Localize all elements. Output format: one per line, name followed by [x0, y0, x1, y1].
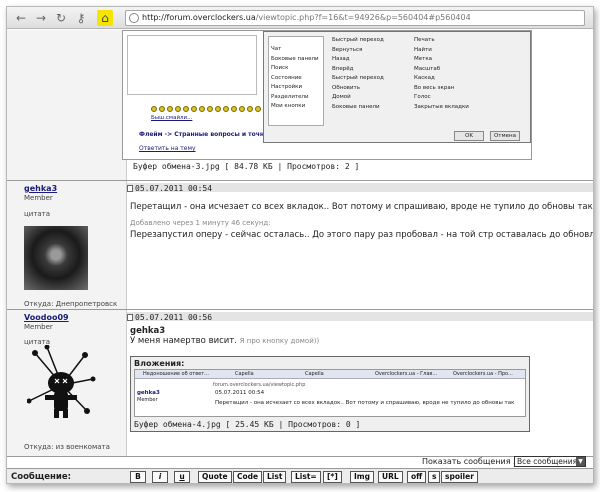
author-column	[7, 30, 127, 180]
forward-arrow-icon[interactable]: →	[33, 10, 49, 26]
dialog-left-items: Чат Боковые панели Поиск Состояние Настр…	[271, 46, 319, 109]
shot2-tab-5: Overclockers.ua - Про...	[453, 371, 513, 377]
shot2-tab-3: Capella	[305, 371, 324, 377]
post2-author[interactable]: Voodoo09	[24, 313, 69, 322]
post1-quote-label[interactable]: цитата	[24, 210, 50, 218]
show-messages-label: Показать сообщения за:	[422, 457, 525, 466]
attached-screenshot-1: Быш.смайли... Флейм -> Странные вопросы …	[122, 30, 532, 160]
message-format-bar: Сообщение: B i u Quote Code List List= […	[7, 468, 593, 483]
dialog-cancel-button: Отмена	[490, 131, 520, 141]
post1-date: 05.07.2011 00:54	[127, 184, 212, 193]
italic-button[interactable]: i	[152, 471, 168, 483]
post2-text-grey: Я про кнопку домой))	[239, 337, 320, 345]
post2-rank: Member	[24, 323, 53, 331]
post2-text: У меня намертво висит. Я про кнопку домо…	[130, 336, 320, 346]
shot2-tab-1: Недоношение об ответ...	[143, 371, 209, 377]
attachment-info-1: Буфер обмена-3.jpg [ 84.78 КБ | Просмотр…	[133, 162, 360, 171]
show-messages-select[interactable]: Все сообщения ▼	[514, 456, 586, 467]
img-button[interactable]: Img	[350, 471, 374, 483]
globe-icon	[129, 13, 139, 23]
dialog-middle-items: Быстрый переход Вернуться Назад Вперёд Б…	[332, 37, 384, 110]
chevron-down-icon: ▼	[576, 457, 585, 466]
spoiler-button[interactable]: spoiler	[441, 471, 478, 483]
strike-button[interactable]: s	[428, 471, 441, 483]
screenshot-editor-area	[127, 35, 257, 95]
list-numbered-button[interactable]: List=	[291, 471, 321, 483]
back-arrow-icon[interactable]: ←	[13, 10, 29, 26]
url-host: http://forum.overclockers.ua	[142, 13, 256, 22]
url-path: /viewtopic.php?f=16&t=94926&p=560404#p56…	[255, 13, 471, 22]
shot2-date: 05.07.2011 00:54	[215, 390, 265, 396]
avatar-voodoo-doll	[27, 345, 96, 418]
shot2-author: gehka3	[137, 390, 160, 396]
post2-quote-author: gehka3	[130, 326, 166, 336]
shot2-text: Перетащил - она исчезает со всех вкладок…	[215, 400, 515, 406]
off-button[interactable]: off	[407, 471, 427, 483]
post1-text-2: Перезапустил оперу - сейчас осталась.. Д…	[130, 230, 593, 240]
post1-text: Перетащил - она исчезает со всех вкладок…	[130, 202, 593, 215]
dialog-ok-button: OK	[454, 131, 484, 141]
reload-icon[interactable]: ↻	[53, 10, 69, 26]
home-icon[interactable]: ⌂	[97, 10, 113, 26]
shot2-rank: Member	[137, 397, 158, 403]
post-icon	[127, 185, 133, 192]
browser-toolbar: ← → ↻ ⚷ ⌂ http://forum.overclockers.ua/v…	[7, 7, 593, 29]
shot2-tab-2: Capella	[235, 371, 254, 377]
shot2-tab-4: Overclockers.ua - Глав...	[375, 371, 438, 377]
dialog-left-list: Чат Боковые панели Поиск Состояние Настр…	[268, 36, 324, 126]
attachment-info-2: Буфер обмена-4.jpg [ 25.45 КБ | Просмотр…	[134, 420, 361, 429]
screenshot-caption: Быш.смайли...	[151, 115, 193, 121]
attached-screenshot-2: Недоношение об ответ... Capella Capella …	[134, 369, 526, 417]
dialog-right-items: Печать Найти Метка Масштаб Каскад Во вес…	[414, 37, 469, 110]
smiley-row	[151, 105, 271, 114]
customize-dialog: Чат Боковые панели Поиск Состояние Настр…	[263, 31, 531, 143]
attachment-box: Вложения: Недоношение об ответ... Capell…	[130, 356, 530, 432]
post1-rank: Member	[24, 194, 53, 202]
browser-window: ← → ↻ ⚷ ⌂ http://forum.overclockers.ua/v…	[6, 6, 594, 484]
post1-added-note: Добавлено через 1 минуту 46 секунд:	[130, 219, 271, 227]
address-bar[interactable]: http://forum.overclockers.ua/viewtopic.p…	[125, 10, 585, 26]
post2-date: 05.07.2011 00:56	[127, 313, 212, 322]
screenshot-reply-link: Ответить на тему	[139, 145, 196, 152]
post1-author[interactable]: gehka3	[24, 184, 57, 193]
list-item-button[interactable]: [*]	[323, 471, 342, 483]
shot2-tabbar: Недоношение об ответ... Capella Capella …	[135, 370, 525, 379]
post1-location: Откуда: Днепропетровск	[24, 300, 118, 308]
shot2-url: forum.overclockers.ua/viewtopic.php	[213, 382, 306, 388]
avatar-cat	[24, 226, 88, 290]
quote-button[interactable]: Quote	[198, 471, 232, 483]
message-label: Сообщение:	[11, 472, 72, 482]
url-button[interactable]: URL	[378, 471, 403, 483]
code-button[interactable]: Code	[233, 471, 263, 483]
bold-button[interactable]: B	[130, 471, 146, 483]
attachment-title: Вложения:	[134, 359, 185, 368]
page-content: Быш.смайли... Флейм -> Странные вопросы …	[7, 30, 593, 483]
list-button[interactable]: List	[263, 471, 287, 483]
key-icon[interactable]: ⚷	[73, 10, 89, 26]
underline-button[interactable]: u	[174, 471, 190, 483]
post2-location: Откуда: из военкомата	[24, 443, 110, 451]
post-icon	[127, 314, 133, 321]
